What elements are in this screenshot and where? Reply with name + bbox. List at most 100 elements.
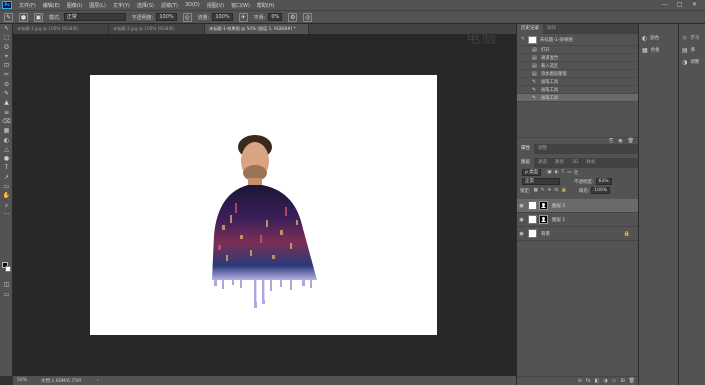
adjustment-layer-icon[interactable]: ◑ bbox=[603, 378, 607, 384]
quick-mask-icon[interactable]: ◫ bbox=[0, 280, 13, 289]
healing-tool-icon[interactable]: ⊘ bbox=[0, 80, 13, 89]
slice-tool-icon[interactable]: ✂ bbox=[0, 70, 13, 79]
dodge-tool-icon[interactable]: △ bbox=[0, 145, 13, 154]
blur-tool-icon[interactable]: ◐ bbox=[0, 136, 13, 145]
layer-row-background[interactable]: ◉ 背景 🔒 bbox=[517, 227, 638, 241]
mode-select[interactable]: 正常 bbox=[63, 13, 126, 21]
gradient-tool-icon[interactable]: ▦ bbox=[0, 126, 13, 135]
layer-row-layer-2[interactable]: ◉ 图层 2 bbox=[517, 199, 638, 213]
tab-layers[interactable]: 图层 bbox=[517, 158, 534, 168]
brush-panel-icon[interactable]: ▣ bbox=[34, 12, 43, 22]
stamp-tool-icon[interactable]: ▲ bbox=[0, 98, 13, 107]
tab-document-2[interactable]: 未标题-2.jpg @ 100% (RGB/8) bbox=[109, 24, 205, 34]
eye-icon[interactable]: ◉ bbox=[517, 203, 526, 209]
new-group-icon[interactable]: ▭ bbox=[612, 378, 617, 384]
move-tool-icon[interactable]: ↖ bbox=[0, 24, 13, 33]
layer-row-layer-1[interactable]: ◉ 图层 1 bbox=[517, 213, 638, 227]
add-mask-icon[interactable]: ◧ bbox=[595, 378, 600, 384]
tab-history[interactable]: 历史记录 bbox=[517, 24, 543, 34]
brush-tool-icon[interactable]: ✎ bbox=[0, 89, 13, 98]
history-item[interactable]: ▤ 通道混合 bbox=[517, 54, 638, 62]
history-item[interactable]: ▤ 载入选区 bbox=[517, 62, 638, 70]
status-menu-arrow[interactable]: › bbox=[97, 378, 99, 383]
menu-select[interactable]: 选择(S) bbox=[137, 2, 154, 9]
learn-panel-button[interactable]: ☼ 学习 bbox=[679, 32, 705, 44]
filter-adjust-icon[interactable]: ◐ bbox=[555, 170, 559, 175]
color-panel-button[interactable]: ◐ 颜色 bbox=[639, 32, 678, 44]
layer-mask-thumbnail[interactable] bbox=[539, 201, 548, 210]
tab-actions[interactable]: 动作 bbox=[543, 24, 560, 34]
tab-3d[interactable]: 3D bbox=[568, 158, 582, 168]
eraser-tool-icon[interactable]: ⌫ bbox=[0, 117, 13, 126]
canvas-area[interactable] bbox=[13, 34, 516, 376]
swatches-panel-button[interactable]: ▦ 色板 bbox=[639, 44, 678, 56]
history-brush-tool-icon[interactable]: ≡ bbox=[0, 108, 13, 117]
menu-view[interactable]: 视图(V) bbox=[207, 2, 224, 9]
screen-mode-icon[interactable]: ▭ bbox=[0, 290, 13, 299]
type-tool-icon[interactable]: T bbox=[0, 163, 13, 172]
opacity-input[interactable]: 100% bbox=[156, 13, 177, 21]
lasso-tool-icon[interactable]: ʘ bbox=[0, 43, 13, 52]
pressure-opacity-icon[interactable]: ◎ bbox=[182, 12, 192, 22]
maximize-button[interactable]: □ bbox=[677, 1, 683, 8]
menu-file[interactable]: 文件(F) bbox=[19, 2, 36, 9]
filter-smart-icon[interactable]: ⎘ bbox=[575, 170, 579, 176]
airbrush-icon[interactable]: ✈ bbox=[238, 12, 248, 22]
tab-styles[interactable]: 样式 bbox=[582, 158, 599, 168]
marquee-tool-icon[interactable]: ⬚ bbox=[0, 33, 13, 42]
tab-channels[interactable]: 通道 bbox=[534, 158, 551, 168]
layer-filter-select[interactable]: ρ 类型 bbox=[522, 169, 542, 176]
filter-type-icon[interactable]: T bbox=[562, 170, 565, 175]
lock-all-icon[interactable]: 🔒 bbox=[561, 188, 567, 193]
layer-mask-thumbnail[interactable] bbox=[539, 215, 548, 224]
menu-filter[interactable]: 滤镜(T) bbox=[161, 2, 178, 9]
quick-select-tool-icon[interactable]: ⌖ bbox=[0, 52, 13, 61]
adjustments-panel-button[interactable]: ◑ 调整 bbox=[679, 56, 705, 68]
history-item[interactable]: ▤ 添加图层蒙版 bbox=[517, 70, 638, 78]
zoom-tool-icon[interactable]: ⌕ bbox=[0, 201, 13, 210]
history-item[interactable]: ✎ 画笔工具 bbox=[517, 86, 638, 94]
fx-icon[interactable]: fx bbox=[586, 378, 591, 384]
zoom-level[interactable]: 50% bbox=[17, 378, 27, 383]
filter-pixel-icon[interactable]: ▣ bbox=[547, 170, 551, 175]
history-snapshot[interactable]: ✎ 未标题-1-效果图 bbox=[517, 34, 638, 46]
tab-adjustments[interactable]: 调整 bbox=[534, 144, 551, 154]
pressure-size-icon[interactable]: ◎ bbox=[303, 12, 313, 22]
fill-input[interactable]: 100% bbox=[591, 187, 611, 194]
tab-properties[interactable]: 属性 bbox=[517, 144, 534, 154]
shape-tool-icon[interactable]: ▭ bbox=[0, 182, 13, 191]
gear-icon[interactable]: ⚙ bbox=[288, 12, 298, 22]
brush-tool-icon[interactable]: ✎ bbox=[4, 12, 13, 22]
blend-mode-select[interactable]: 正常 bbox=[522, 178, 560, 185]
pen-tool-icon[interactable]: ● bbox=[0, 154, 13, 163]
background-color-swatch[interactable] bbox=[5, 266, 11, 272]
eye-icon[interactable]: ◉ bbox=[517, 217, 526, 223]
menu-3d[interactable]: 3D(D) bbox=[185, 2, 200, 8]
history-item[interactable]: ▤ 打开 bbox=[517, 46, 638, 54]
lock-paint-icon[interactable]: ✎ bbox=[541, 188, 545, 193]
filter-shape-icon[interactable]: ▭ bbox=[567, 170, 571, 175]
path-select-tool-icon[interactable]: ↗ bbox=[0, 173, 13, 182]
link-layers-icon[interactable]: ⊝ bbox=[578, 378, 582, 384]
menu-type[interactable]: 文字(Y) bbox=[113, 2, 130, 9]
hand-tool-icon[interactable]: ✋ bbox=[0, 191, 13, 200]
history-item-active[interactable]: ✎ 画笔工具 bbox=[517, 94, 638, 102]
minimize-button[interactable]: — bbox=[662, 1, 668, 8]
menu-window[interactable]: 窗口(W) bbox=[231, 2, 250, 9]
close-button[interactable]: ✕ bbox=[692, 1, 697, 8]
smooth-input[interactable]: 0% bbox=[268, 13, 283, 21]
new-layer-icon[interactable]: ⊞ bbox=[620, 378, 624, 384]
libraries-panel-button[interactable]: ▤ 库 bbox=[679, 44, 705, 56]
menu-layer[interactable]: 图层(L) bbox=[89, 2, 106, 9]
crop-tool-icon[interactable]: ⊡ bbox=[0, 61, 13, 70]
tab-document-1[interactable]: 未标题-1.jpg @ 100% (RGB/8) bbox=[13, 24, 109, 34]
more-tools-icon[interactable]: ··· bbox=[0, 210, 13, 219]
flow-input[interactable]: 100% bbox=[212, 13, 233, 21]
tab-paths[interactable]: 路径 bbox=[551, 158, 568, 168]
lock-position-icon[interactable]: ✛ bbox=[548, 188, 552, 193]
lock-artboard-icon[interactable]: ⊡ bbox=[554, 188, 558, 193]
menu-help[interactable]: 帮助(H) bbox=[257, 2, 275, 9]
brush-preset-icon[interactable]: ● bbox=[19, 12, 28, 22]
layer-opacity-input[interactable]: 63% bbox=[595, 178, 612, 185]
menu-edit[interactable]: 编辑(E) bbox=[43, 2, 60, 9]
